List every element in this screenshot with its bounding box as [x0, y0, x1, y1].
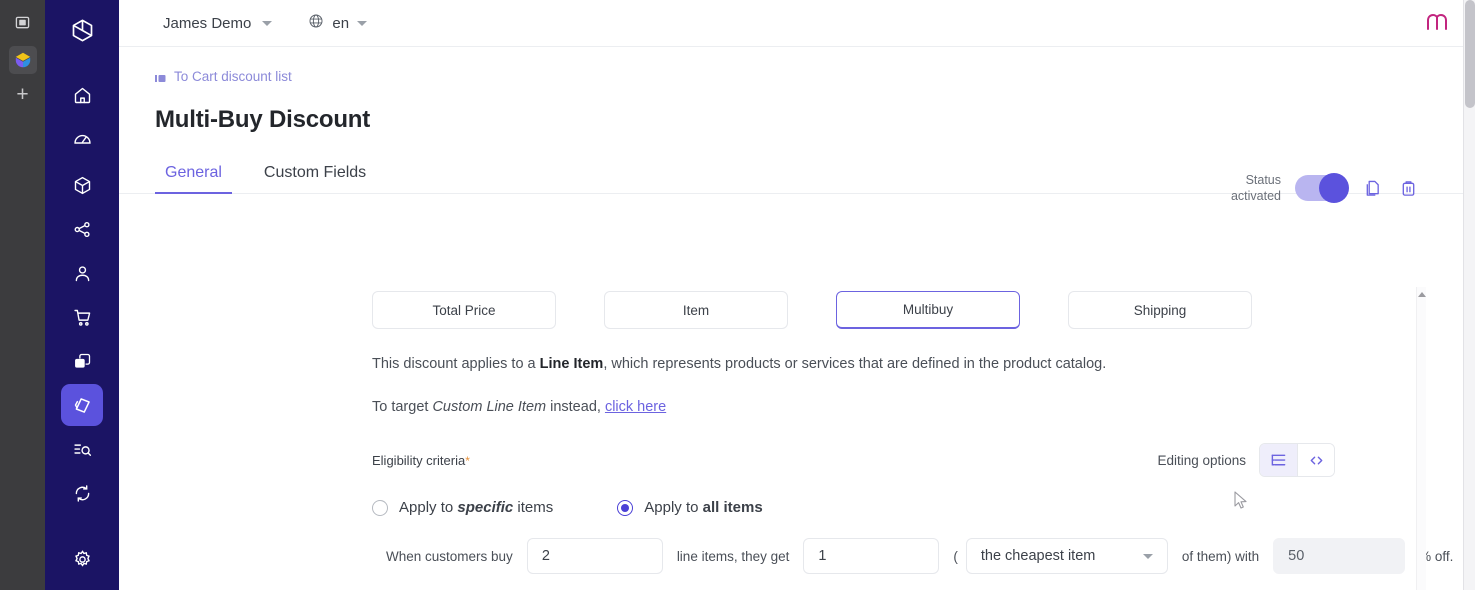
eligibility-header-row: Eligibility criteria* Editing options — [119, 443, 1475, 477]
description-term: Line Item — [539, 356, 604, 372]
content-scroll-area: Total Price Item Multibuy Shipping This … — [119, 271, 1475, 590]
page-title: Multi-Buy Discount — [155, 106, 371, 133]
form-list-icon[interactable] — [1260, 444, 1297, 476]
list-icon — [155, 72, 166, 82]
page-scrollbar-thumb[interactable] — [1465, 0, 1475, 108]
toggle-knob — [1319, 173, 1349, 203]
rule-label-3: of them) with — [1181, 548, 1260, 564]
description-text-c: , which represents products or services … — [603, 356, 1107, 372]
sidebar-item-catalog[interactable] — [61, 208, 103, 250]
description-line-2: To target Custom Line Item instead, clic… — [119, 399, 1475, 415]
radio-mark-unselected — [372, 499, 388, 516]
required-marker: * — [465, 453, 470, 468]
brand-logo-icon[interactable] — [1423, 9, 1451, 38]
status-label: Status activated — [1231, 172, 1281, 204]
tab-bar: General Custom Fields Status activated — [119, 164, 1475, 203]
editing-mode-segmented-control — [1259, 443, 1335, 477]
mouse-pointer-icon — [1234, 491, 1249, 516]
radio-apply-specific-items[interactable]: Apply to specific items — [372, 499, 553, 516]
radio-mark-selected — [617, 499, 634, 516]
rule-label-1: When customers buy — [386, 548, 513, 564]
multibuy-rule-row: When customers buy 2 line items, they ge… — [119, 538, 1475, 574]
page-scrollbar[interactable] — [1463, 0, 1475, 590]
discount-type-item[interactable]: Item — [604, 291, 788, 329]
sidebar-item-home[interactable] — [61, 74, 103, 116]
primary-navigation-rail — [45, 0, 119, 590]
click-here-link[interactable]: click here — [605, 399, 666, 415]
cube-logo-icon[interactable] — [60, 8, 104, 52]
radio-label-all: Apply to all items — [644, 499, 762, 516]
sidebar-item-discounts[interactable] — [61, 384, 103, 426]
eligibility-radio-group: Apply to specific items Apply to all ite… — [119, 499, 1475, 516]
status-cluster: Status activated — [1231, 172, 1419, 204]
discount-type-selector: Total Price Item Multibuy Shipping — [119, 291, 1475, 329]
radio-apply-all-items[interactable]: Apply to all items — [617, 499, 763, 516]
radio0-text-b: items — [513, 499, 554, 516]
delete-button[interactable] — [1397, 176, 1419, 200]
chevron-down-icon — [357, 20, 368, 26]
discount-percent-input[interactable]: 50 — [1273, 538, 1406, 574]
tenant-name: James Demo — [163, 14, 252, 32]
editing-options: Editing options — [1157, 443, 1335, 477]
main-region: James Demo en To Cart discount list Mult… — [119, 0, 1475, 590]
duplicate-button[interactable] — [1361, 176, 1383, 200]
breadcrumb[interactable]: To Cart discount list — [119, 47, 1475, 84]
globe-icon — [308, 13, 324, 34]
buy-quantity-input[interactable]: 2 — [526, 538, 663, 574]
window-icon[interactable] — [9, 8, 37, 36]
select-value: the cheapest item — [980, 548, 1096, 564]
description2-text-c: instead, — [546, 399, 605, 415]
tab-custom-fields[interactable]: Custom Fields — [254, 164, 376, 193]
radio1-text-b: all items — [702, 499, 763, 516]
tab-general[interactable]: General — [155, 164, 232, 194]
sidebar-item-dashboard[interactable] — [61, 118, 103, 160]
discount-type-shipping[interactable]: Shipping — [1068, 291, 1252, 329]
page-body: To Cart discount list Multi-Buy Discount… — [119, 47, 1475, 590]
breadcrumb-label: To Cart discount list — [174, 69, 292, 84]
chevron-down-icon — [1142, 553, 1153, 559]
editing-options-label: Editing options — [1157, 452, 1246, 468]
os-side-strip: + — [0, 0, 45, 590]
discount-type-multibuy[interactable]: Multibuy — [836, 291, 1020, 329]
radio0-text-a: Apply to — [399, 499, 458, 516]
status-label-line2: activated — [1230, 189, 1281, 203]
sidebar-item-search[interactable] — [61, 428, 103, 470]
scroll-up-arrow-icon[interactable] — [1418, 292, 1426, 297]
language-selector[interactable]: en — [308, 13, 368, 34]
radio-label-specific: Apply to specific items — [399, 499, 553, 516]
sidebar-item-orders[interactable] — [61, 296, 103, 338]
add-icon[interactable]: + — [16, 84, 28, 105]
paren-open: ( — [953, 548, 958, 564]
inner-scrollbar[interactable] — [1416, 287, 1426, 590]
top-bar: James Demo en — [119, 0, 1475, 47]
sidebar-item-sync[interactable] — [61, 472, 103, 514]
app-icon[interactable] — [8, 46, 37, 74]
description2-term: Custom Line Item — [432, 399, 547, 415]
rule-label-2: line items, they get — [676, 548, 790, 564]
radio0-emphasis: specific — [457, 499, 514, 516]
content-inner: Total Price Item Multibuy Shipping This … — [119, 271, 1475, 590]
get-quantity-input[interactable]: 1 — [803, 538, 940, 574]
tenant-selector[interactable]: James Demo — [163, 14, 273, 32]
description2-text-a: To target — [372, 399, 433, 415]
sidebar-item-products[interactable] — [61, 164, 103, 206]
cheapest-item-select[interactable]: the cheapest item — [965, 538, 1168, 574]
language-value: en — [332, 14, 350, 32]
application-window: + James Demo en To Cart discount list Mu… — [0, 0, 1475, 590]
eligibility-label-text: Eligibility criteria — [372, 452, 466, 468]
sidebar-item-customers[interactable] — [61, 252, 103, 294]
status-label-line1: Status — [1245, 173, 1281, 187]
sidebar-item-inventory[interactable] — [61, 340, 103, 382]
status-toggle[interactable] — [1295, 173, 1349, 203]
discount-type-total-price[interactable]: Total Price — [372, 291, 556, 329]
description-text-a: This discount applies to a — [372, 356, 540, 372]
code-brackets-icon[interactable] — [1297, 444, 1334, 476]
sidebar-item-settings[interactable] — [61, 538, 103, 580]
description-line-1: This discount applies to a Line Item, wh… — [119, 356, 1475, 372]
radio1-text-a: Apply to — [644, 499, 703, 516]
chevron-down-icon — [262, 20, 273, 26]
eligibility-criteria-label: Eligibility criteria* — [372, 453, 470, 468]
